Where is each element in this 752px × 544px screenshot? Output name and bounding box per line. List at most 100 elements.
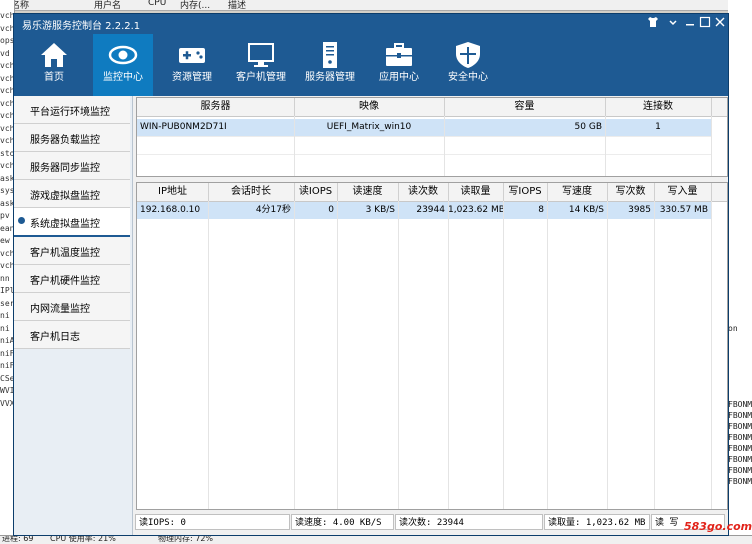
column-divider (444, 116, 445, 176)
sidebar-item-label: 服务器负载监控 (30, 135, 100, 146)
column-divider (607, 201, 608, 509)
server-table[interactable]: 服务器 映像 容量 连接数 WIN-PUB0NM2D71I UEFI_Matri… (136, 97, 728, 177)
column-header-read-iops[interactable]: 读IOPS (294, 183, 338, 201)
row-divider (137, 136, 711, 137)
column-header-server[interactable]: 服务器 (137, 98, 295, 116)
cell-image: UEFI_Matrix_win10 (326, 122, 412, 132)
sidebar-item-game-vdisk[interactable]: 游戏虚拟盘监控 (14, 180, 130, 208)
column-header-write-count[interactable]: 写次数 (607, 183, 655, 201)
sidebar-item-server-sync[interactable]: 服务器同步监控 (14, 152, 130, 180)
bg-right-line: FBONM (728, 411, 752, 420)
title-bar[interactable]: 易乐游服务控制台 2.2.2.1 (14, 14, 728, 34)
status-read-speed: 读速度: 4.00 KB/S (291, 514, 394, 530)
cell-ip: 192.168.0.10 (140, 205, 201, 215)
column-divider (503, 201, 504, 509)
bg-process-line: vch (0, 111, 14, 120)
bg-process-line: vch (0, 161, 14, 170)
bg-process-line: pv (0, 211, 10, 220)
sidebar-item-lan-traffic[interactable]: 内网流量监控 (14, 293, 130, 321)
bg-process-line: vch (0, 61, 14, 70)
sidebar-item-client-hardware[interactable]: 客户机硬件监控 (14, 265, 130, 293)
cell-read-speed: 3 KB/S (365, 205, 395, 215)
sidebar-item-label: 游戏虚拟盘监控 (30, 191, 100, 202)
column-divider (294, 116, 295, 176)
cell-write-speed: 14 KB/S (568, 205, 604, 215)
column-divider (448, 201, 449, 509)
cell-read-amount: 1,023.62 MB (448, 205, 503, 215)
column-divider (605, 116, 606, 176)
shield-icon (456, 42, 480, 68)
column-divider (711, 201, 712, 509)
column-header-write-amount[interactable]: 写入量 (654, 183, 712, 201)
bg-process-line: nn (0, 273, 10, 283)
bg-process-line: ni (0, 311, 10, 320)
minimize-icon[interactable] (666, 16, 680, 30)
table-row[interactable]: WIN-PUB0NM2D71I UEFI_Matrix_win10 50 GB … (137, 119, 711, 136)
status-bar: 读IOPS: 0 读速度: 4.00 KB/S 读次数: 23944 读取量: … (133, 511, 728, 533)
eye-icon (108, 45, 138, 65)
column-header-session-duration[interactable]: 会话时长 (208, 183, 295, 201)
shirt-icon[interactable] (646, 16, 660, 30)
bg-header-user: 用户名 (94, 1, 122, 11)
status-read-count: 读次数: 23944 (395, 514, 543, 530)
client-table[interactable]: IP地址 会话时长 读IOPS 读速度 读次数 读取量 写IOPS 写速度 写次… (136, 182, 728, 510)
bg-process-line: vch (0, 86, 14, 95)
background-right-window: on FBONM FBONM FBONM FBONM FBONM FBONM FBONM FBO… (728, 0, 752, 543)
column-divider (398, 201, 399, 509)
bg-process-line: VVX (0, 398, 14, 408)
bg-right-line: FBONM (728, 433, 752, 442)
bg-process-line: vch (0, 11, 14, 20)
column-divider (654, 201, 655, 509)
nav-home-label: 首页 (44, 72, 64, 83)
nav-resource-label: 资源管理 (172, 72, 212, 83)
nav-client-label: 客户机管理 (236, 72, 286, 83)
column-header-image[interactable]: 映像 (294, 98, 445, 116)
bg-process-line: ser (0, 298, 14, 308)
bg-process-line: vch (0, 98, 14, 108)
bg-right-line: FBONM (728, 455, 752, 464)
column-header-ip[interactable]: IP地址 (137, 183, 209, 201)
bg-process-line: vd (0, 48, 10, 58)
nav-security-label: 安全中心 (448, 72, 488, 83)
bg-process-line: ni (0, 323, 10, 333)
column-header-capacity[interactable]: 容量 (444, 98, 606, 116)
column-header-connections[interactable]: 连接数 (605, 98, 712, 116)
cell-read-iops: 0 (328, 205, 334, 215)
maximize-icon[interactable] (698, 16, 712, 30)
bg-right-line: FBONM (728, 477, 752, 486)
bg-header-memory: 内存(... (180, 1, 211, 11)
column-header-write-iops[interactable]: 写IOPS (503, 183, 548, 201)
column-header-read-count[interactable]: 读次数 (398, 183, 449, 201)
bg-process-line: vch (0, 123, 14, 133)
bg-right-line: on (728, 324, 738, 333)
nav-monitor-label: 监控中心 (103, 72, 143, 83)
server-icon (323, 42, 337, 68)
bg-header-cpu: CPU (148, 0, 167, 8)
bg-process-line: CSe (0, 373, 14, 383)
main-window: 易乐游服务控制台 2.2.2.1 首页 监控中心 资源管理 客户机管理 服务器管… (14, 14, 728, 535)
sidebar-item-server-load[interactable]: 服务器负载监控 (14, 124, 130, 152)
column-header-write-speed[interactable]: 写速度 (547, 183, 608, 201)
bg-process-line: niF (0, 348, 14, 358)
column-divider (294, 201, 295, 509)
sidebar-item-client-temperature[interactable]: 客户机温度监控 (14, 237, 130, 265)
bg-right-line: FBONM (728, 422, 752, 431)
status-read-iops: 读IOPS: 0 (135, 514, 290, 530)
column-header-read-speed[interactable]: 读速度 (337, 183, 399, 201)
monitor-icon (248, 43, 274, 67)
table-row[interactable]: 192.168.0.10 4分17秒 0 3 KB/S 23944 1,023.… (137, 202, 711, 219)
server-table-header: 服务器 映像 容量 连接数 (137, 98, 727, 117)
sidebar-item-platform-env[interactable]: 平台运行环境监控 (14, 96, 130, 124)
bg-process-line: sto (0, 148, 14, 158)
bg-process-line: vch (0, 248, 14, 258)
close-icon[interactable] (713, 16, 727, 30)
window-title: 易乐游服务控制台 2.2.2.1 (22, 21, 141, 32)
minimize-window-icon[interactable] (683, 16, 697, 30)
bg-process-line: ask (0, 198, 14, 208)
bg-process-line: ew (0, 236, 10, 245)
column-divider (337, 201, 338, 509)
sidebar-item-system-vdisk[interactable]: 系统虚拟盘监控 (14, 208, 130, 237)
sidebar-item-client-log[interactable]: 客户机日志 (14, 321, 130, 349)
column-header-read-amount[interactable]: 读取量 (448, 183, 504, 201)
cell-capacity: 50 GB (574, 122, 602, 132)
